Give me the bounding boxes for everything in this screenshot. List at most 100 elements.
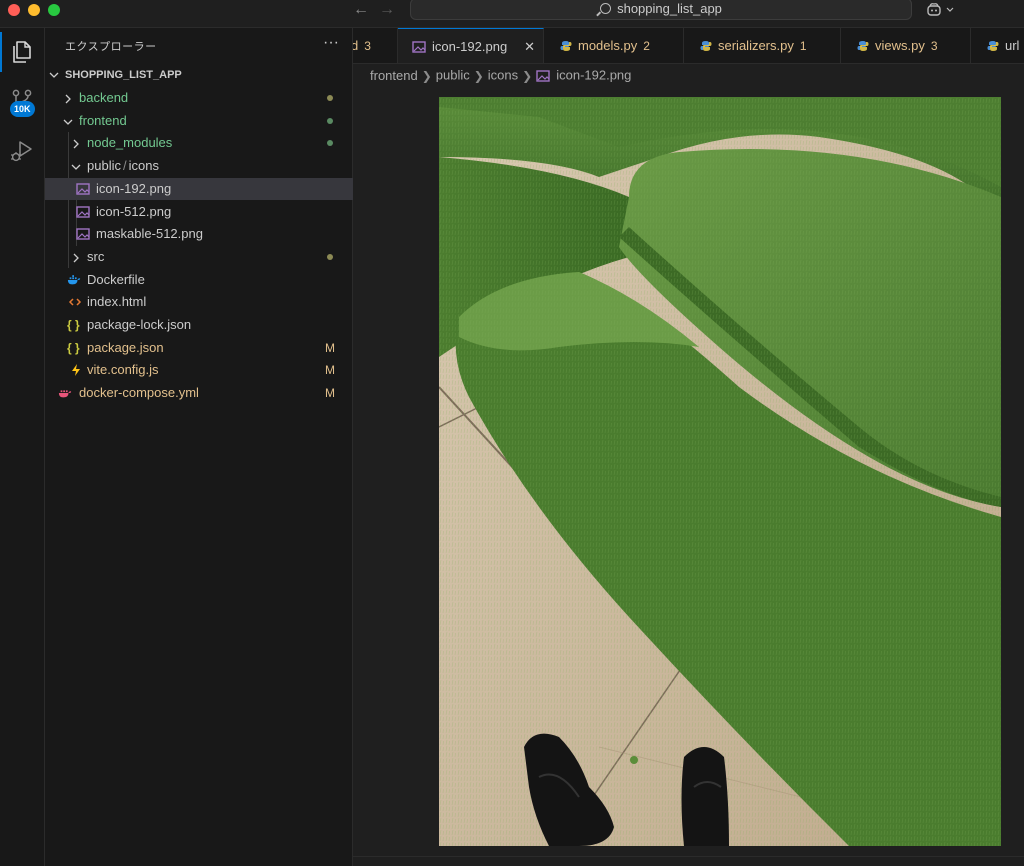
forward-arrow-icon[interactable]: → <box>377 0 397 20</box>
tab-label: d <box>353 38 358 53</box>
close-tab-icon[interactable]: ✕ <box>524 29 535 63</box>
tab-urls-py[interactable]: url <box>971 28 1024 63</box>
tree-item-icon-192[interactable]: icon-192.png <box>45 177 353 201</box>
tree-item-label: node_modules <box>87 135 173 151</box>
tab-views-py[interactable]: views.py 3 <box>841 28 971 63</box>
editor-area <box>353 86 1024 856</box>
close-window-button[interactable] <box>8 4 20 16</box>
tab-models-py[interactable]: models.py 2 <box>544 28 684 63</box>
tree-item-dockerfile[interactable]: Dockerfile <box>45 269 353 292</box>
tree-item-frontend[interactable]: frontend <box>45 110 353 133</box>
html-file-icon <box>68 298 82 306</box>
more-actions-icon[interactable]: ··· <box>323 34 339 52</box>
breadcrumb-item[interactable]: icons <box>488 68 518 83</box>
chevron-down-icon <box>946 7 954 12</box>
tree-item-src[interactable]: src <box>45 246 353 269</box>
image-file-icon <box>76 205 90 218</box>
tree-item-maskable-512[interactable]: maskable-512.png <box>45 223 353 246</box>
chevron-right-icon <box>73 139 79 149</box>
tab-partial[interactable]: d3 <box>353 28 398 63</box>
tab-label: icon-192.png <box>432 39 508 54</box>
tree-item-public-icons[interactable]: public / icons <box>45 155 353 178</box>
tree-item-label: package-lock.json <box>87 317 192 332</box>
explorer-sidebar: エクスプローラー ··· SHOPPING_LIST_APP backend f… <box>45 28 353 866</box>
python-file-icon <box>987 40 999 51</box>
activity-bar: 10K <box>0 28 45 866</box>
editor-bottom-edge <box>353 856 1024 866</box>
source-control-badge: 10K <box>10 101 35 117</box>
breadcrumb: frontend ❯ public ❯ icons ❯ icon-192.png <box>353 64 1024 86</box>
tab-problem-count: 3 <box>364 39 371 53</box>
tab-label: serializers.py <box>718 38 794 53</box>
chevron-right-icon: ❯ <box>522 68 533 83</box>
tree-item-icon-512[interactable]: icon-512.png <box>45 201 353 224</box>
modified-badge: M <box>325 340 335 355</box>
breadcrumb-item[interactable]: icon-192.png <box>556 68 631 83</box>
image-file-icon <box>76 228 90 240</box>
status-dot <box>327 140 333 147</box>
breadcrumb-item[interactable]: frontend <box>370 68 418 83</box>
search-icon <box>600 3 612 14</box>
chevron-right-icon: ❯ <box>421 68 432 83</box>
chevron-right-icon <box>65 94 71 104</box>
explorer-activity[interactable] <box>0 30 45 74</box>
python-file-icon <box>857 40 869 51</box>
copilot-icon[interactable] <box>926 0 954 20</box>
docker-icon <box>67 274 81 284</box>
explorer-header: エクスプローラー ··· <box>45 28 353 63</box>
tree-item-label: frontend <box>79 112 127 128</box>
tree-item-node-modules[interactable]: node_modules <box>45 132 353 155</box>
back-arrow-icon[interactable]: ← <box>351 0 371 20</box>
tree-item-vite-config[interactable]: vite.config.js M <box>45 359 353 382</box>
maximize-window-button[interactable] <box>48 4 60 16</box>
minimize-window-button[interactable] <box>28 4 40 16</box>
tree-item-label: index.html <box>87 294 147 310</box>
chevron-down-icon <box>71 164 81 171</box>
tab-label: models.py <box>578 38 638 53</box>
vscode-window: ← → shopping_list_app 10K エクスプローラー ··· S… <box>0 0 1024 866</box>
tree-item-package-json[interactable]: { } package.json M <box>45 337 353 360</box>
image-file-icon <box>412 40 426 53</box>
command-center-label: shopping_list_app <box>617 1 722 16</box>
tree-item-label: icon-512.png <box>96 203 172 219</box>
tree-item-package-lock[interactable]: { } package-lock.json <box>45 314 353 337</box>
tree-item-backend[interactable]: backend <box>45 87 353 110</box>
tab-icon-192[interactable]: icon-192.png ✕ <box>398 28 544 63</box>
run-debug-activity[interactable] <box>0 128 45 172</box>
status-dot <box>327 117 333 124</box>
project-name: SHOPPING_LIST_APP <box>65 69 182 81</box>
command-center[interactable]: shopping_list_app <box>410 0 912 20</box>
title-bar: ← → shopping_list_app <box>0 0 1024 28</box>
tab-problem-count: 2 <box>643 39 650 53</box>
tree-item-label: icon-192.png <box>96 180 172 196</box>
project-section-header[interactable]: SHOPPING_LIST_APP <box>45 64 353 86</box>
python-file-icon <box>560 40 572 51</box>
files-icon <box>13 41 31 63</box>
chevron-right-icon <box>73 253 79 263</box>
tree-item-index-html[interactable]: index.html <box>45 291 353 314</box>
status-dot <box>327 253 333 260</box>
tab-problem-count: 1 <box>799 39 807 53</box>
image-file-icon <box>536 69 550 82</box>
image-preview <box>439 97 1001 846</box>
vite-lightning-icon <box>72 364 80 377</box>
grass-steps-photo <box>439 97 1001 846</box>
chevron-down-icon <box>63 119 73 125</box>
tree-item-label: src <box>87 248 105 264</box>
python-file-icon <box>700 40 712 51</box>
image-file-icon <box>76 183 90 195</box>
tab-serializers-py[interactable]: serializers.py 1 <box>684 28 841 63</box>
run-debug-icon <box>11 141 32 162</box>
json-file-icon: { } <box>67 318 80 332</box>
tree-item-docker-compose[interactable]: docker-compose.yml M <box>45 382 353 405</box>
status-dot <box>327 95 333 101</box>
tab-label: url <box>1005 38 1020 53</box>
chevron-right-icon: ❯ <box>473 68 484 83</box>
tree-item-label: backend <box>79 90 129 105</box>
tree-item-label: Dockerfile <box>87 271 145 287</box>
modified-badge: M <box>325 363 335 378</box>
breadcrumb-item[interactable]: public <box>436 68 470 83</box>
json-file-icon: { } <box>67 340 80 355</box>
docker-compose-icon <box>58 390 72 398</box>
tree-item-label: vite.config.js <box>87 362 159 378</box>
